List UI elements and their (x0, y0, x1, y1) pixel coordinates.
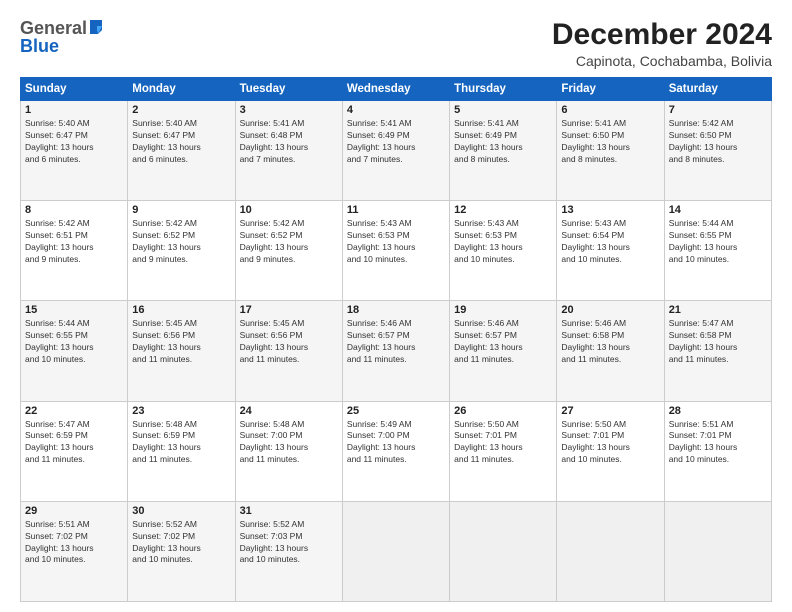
table-row: 12Sunrise: 5:43 AM Sunset: 6:53 PM Dayli… (450, 201, 557, 301)
table-row (342, 501, 449, 601)
main-title: December 2024 (552, 18, 772, 51)
table-row: 9Sunrise: 5:42 AM Sunset: 6:52 PM Daylig… (128, 201, 235, 301)
table-row: 5Sunrise: 5:41 AM Sunset: 6:49 PM Daylig… (450, 101, 557, 201)
table-row (450, 501, 557, 601)
table-row: 15Sunrise: 5:44 AM Sunset: 6:55 PM Dayli… (21, 301, 128, 401)
table-row: 6Sunrise: 5:41 AM Sunset: 6:50 PM Daylig… (557, 101, 664, 201)
table-row: 10Sunrise: 5:42 AM Sunset: 6:52 PM Dayli… (235, 201, 342, 301)
table-row: 11Sunrise: 5:43 AM Sunset: 6:53 PM Dayli… (342, 201, 449, 301)
table-row: 20Sunrise: 5:46 AM Sunset: 6:58 PM Dayli… (557, 301, 664, 401)
table-row (664, 501, 771, 601)
col-thursday: Thursday (450, 78, 557, 101)
logo-icon (88, 20, 104, 36)
col-monday: Monday (128, 78, 235, 101)
logo-blue: Blue (20, 36, 59, 57)
table-row: 28Sunrise: 5:51 AM Sunset: 7:01 PM Dayli… (664, 401, 771, 501)
table-row: 3Sunrise: 5:41 AM Sunset: 6:48 PM Daylig… (235, 101, 342, 201)
table-row: 18Sunrise: 5:46 AM Sunset: 6:57 PM Dayli… (342, 301, 449, 401)
table-row: 17Sunrise: 5:45 AM Sunset: 6:56 PM Dayli… (235, 301, 342, 401)
col-friday: Friday (557, 78, 664, 101)
table-row (557, 501, 664, 601)
table-row: 7Sunrise: 5:42 AM Sunset: 6:50 PM Daylig… (664, 101, 771, 201)
table-row: 27Sunrise: 5:50 AM Sunset: 7:01 PM Dayli… (557, 401, 664, 501)
table-row: 19Sunrise: 5:46 AM Sunset: 6:57 PM Dayli… (450, 301, 557, 401)
table-row: 26Sunrise: 5:50 AM Sunset: 7:01 PM Dayli… (450, 401, 557, 501)
table-row: 23Sunrise: 5:48 AM Sunset: 6:59 PM Dayli… (128, 401, 235, 501)
table-row: 4Sunrise: 5:41 AM Sunset: 6:49 PM Daylig… (342, 101, 449, 201)
table-row: 13Sunrise: 5:43 AM Sunset: 6:54 PM Dayli… (557, 201, 664, 301)
page: General Blue December 2024 Capinota, Coc… (0, 0, 792, 612)
title-section: December 2024 Capinota, Cochabamba, Boli… (552, 18, 772, 69)
table-row: 30Sunrise: 5:52 AM Sunset: 7:02 PM Dayli… (128, 501, 235, 601)
header: General Blue December 2024 Capinota, Coc… (20, 18, 772, 69)
table-row: 22Sunrise: 5:47 AM Sunset: 6:59 PM Dayli… (21, 401, 128, 501)
table-row: 1Sunrise: 5:40 AM Sunset: 6:47 PM Daylig… (21, 101, 128, 201)
subtitle: Capinota, Cochabamba, Bolivia (552, 53, 772, 69)
col-tuesday: Tuesday (235, 78, 342, 101)
table-row: 14Sunrise: 5:44 AM Sunset: 6:55 PM Dayli… (664, 201, 771, 301)
table-row: 24Sunrise: 5:48 AM Sunset: 7:00 PM Dayli… (235, 401, 342, 501)
table-row: 25Sunrise: 5:49 AM Sunset: 7:00 PM Dayli… (342, 401, 449, 501)
table-row: 16Sunrise: 5:45 AM Sunset: 6:56 PM Dayli… (128, 301, 235, 401)
col-sunday: Sunday (21, 78, 128, 101)
logo: General Blue (20, 18, 104, 57)
col-wednesday: Wednesday (342, 78, 449, 101)
table-row: 2Sunrise: 5:40 AM Sunset: 6:47 PM Daylig… (128, 101, 235, 201)
table-row: 31Sunrise: 5:52 AM Sunset: 7:03 PM Dayli… (235, 501, 342, 601)
table-row: 29Sunrise: 5:51 AM Sunset: 7:02 PM Dayli… (21, 501, 128, 601)
table-row: 21Sunrise: 5:47 AM Sunset: 6:58 PM Dayli… (664, 301, 771, 401)
calendar-table: Sunday Monday Tuesday Wednesday Thursday… (20, 77, 772, 602)
calendar-header-row: Sunday Monday Tuesday Wednesday Thursday… (21, 78, 772, 101)
table-row: 8Sunrise: 5:42 AM Sunset: 6:51 PM Daylig… (21, 201, 128, 301)
col-saturday: Saturday (664, 78, 771, 101)
